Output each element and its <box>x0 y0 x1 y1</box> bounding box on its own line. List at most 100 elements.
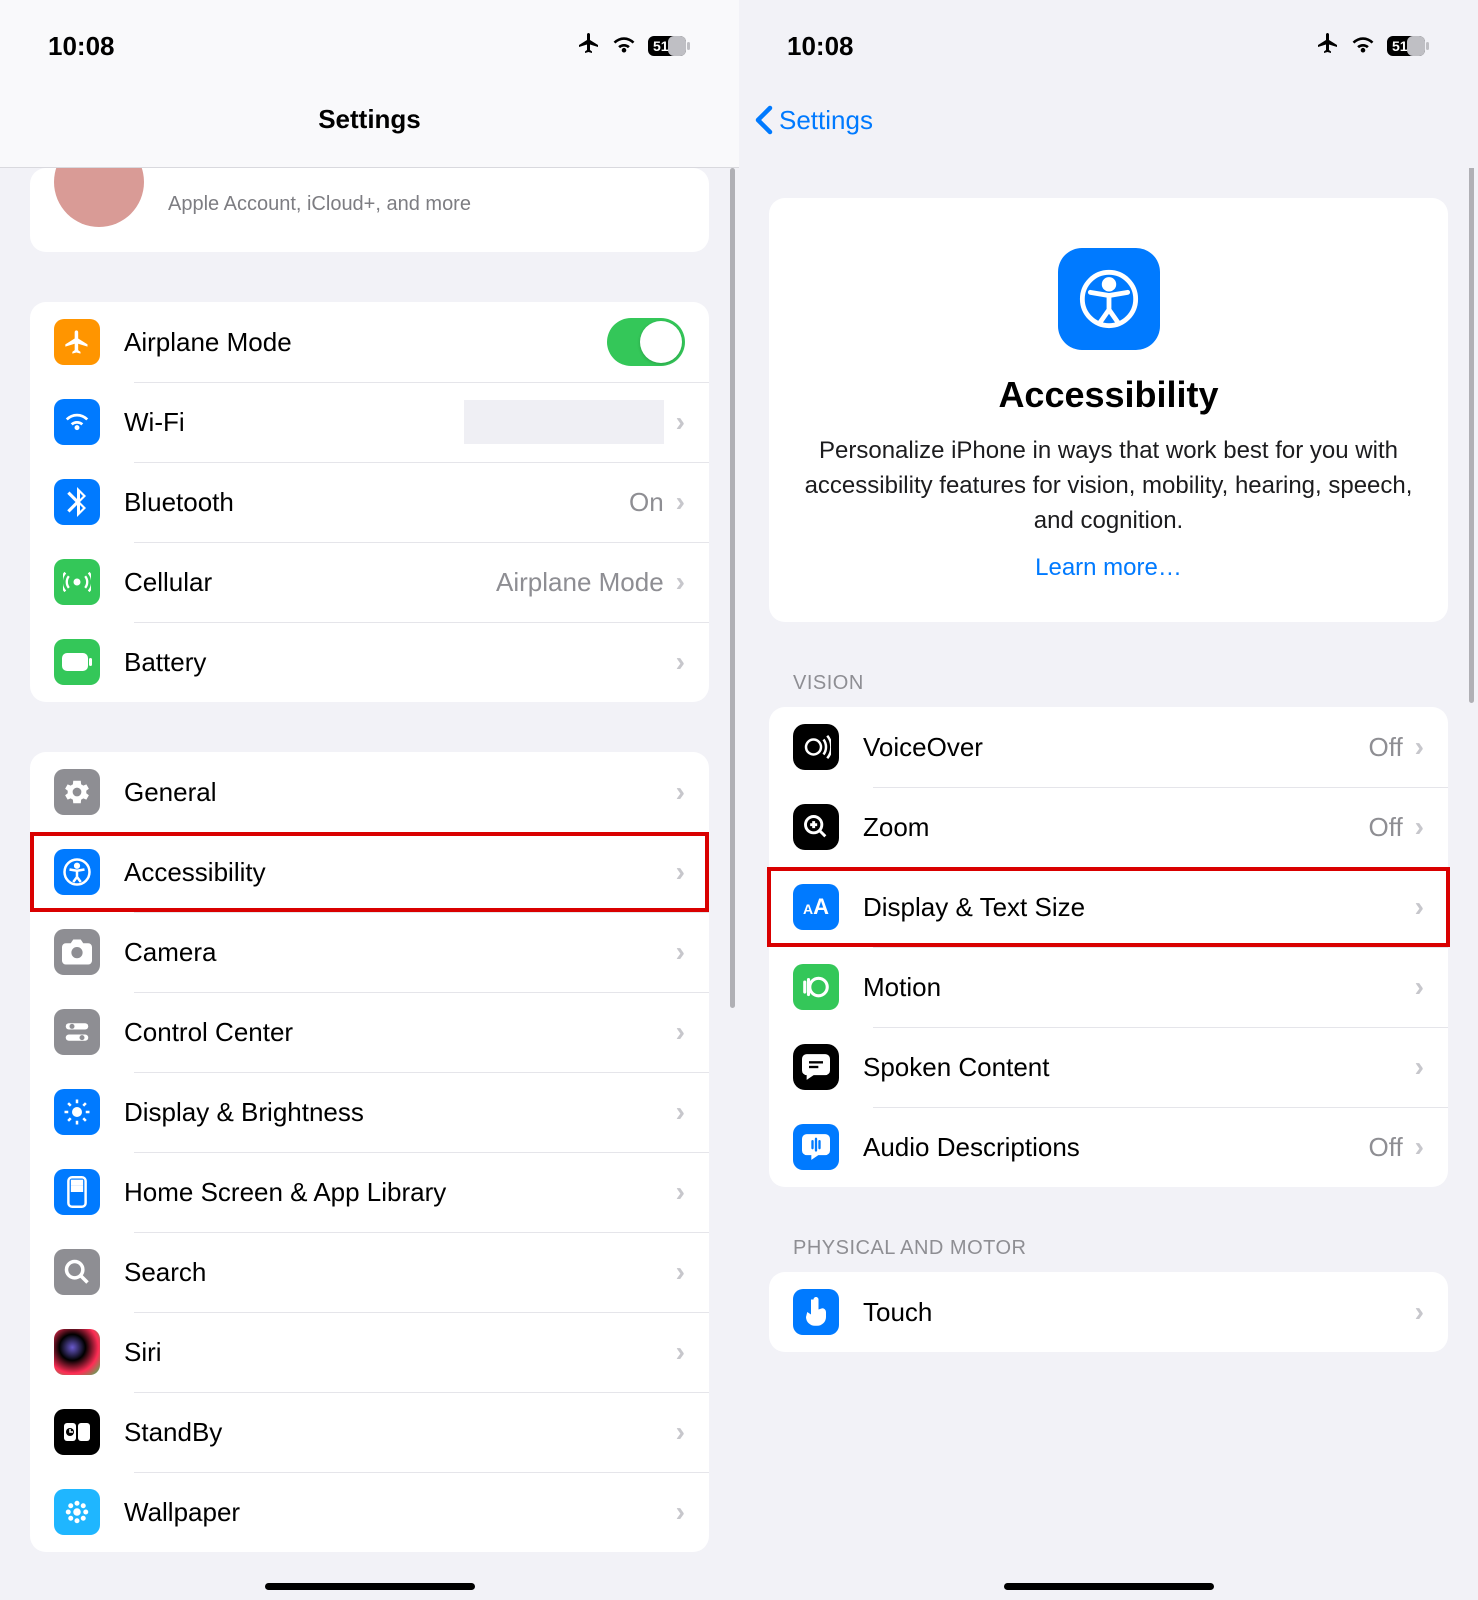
accessibility-header-card: Accessibility Personalize iPhone in ways… <box>769 198 1448 622</box>
section-header-vision: VISION <box>739 672 1478 707</box>
audio-desc-icon <box>793 1124 839 1170</box>
wifi-icon <box>54 399 100 445</box>
nav-bar: Settings <box>0 72 739 168</box>
wifi-icon <box>611 31 637 62</box>
section-header-physical: PHYSICAL AND MOTOR <box>739 1237 1478 1272</box>
page-title: Settings <box>318 104 421 135</box>
status-time: 10:08 <box>787 31 854 62</box>
control-center-icon <box>54 1009 100 1055</box>
avatar <box>54 168 144 227</box>
status-bar: 10:08 51 <box>739 0 1478 72</box>
camera-icon <box>54 929 100 975</box>
chevron-right-icon: › <box>676 486 685 518</box>
home-indicator[interactable] <box>1004 1583 1214 1590</box>
row-label: Camera <box>124 937 676 968</box>
row-siri[interactable]: Siri › <box>30 1312 709 1392</box>
wallpaper-icon <box>54 1489 100 1535</box>
chevron-right-icon: › <box>676 936 685 968</box>
cellular-icon <box>54 559 100 605</box>
status-time: 10:08 <box>48 31 115 62</box>
row-touch[interactable]: Touch › <box>769 1272 1448 1352</box>
chevron-right-icon: › <box>1415 1051 1424 1083</box>
chevron-right-icon: › <box>1415 731 1424 763</box>
standby-icon <box>54 1409 100 1455</box>
phone-left-settings: 10:08 51 Settings Apple Account, iCloud+… <box>0 0 739 1600</box>
row-value: Airplane Mode <box>496 567 664 598</box>
scrollbar[interactable] <box>730 168 735 1008</box>
home-indicator[interactable] <box>265 1583 475 1590</box>
row-label: Zoom <box>863 812 1368 843</box>
chevron-right-icon: › <box>676 1336 685 1368</box>
row-motion[interactable]: Motion › <box>769 947 1448 1027</box>
battery-icon: 51 <box>1386 35 1430 57</box>
row-battery[interactable]: Battery › <box>30 622 709 702</box>
group-main: General › Accessibility › Camera › Contr… <box>30 752 709 1552</box>
profile-subtitle: Apple Account, iCloud+, and more <box>168 193 471 216</box>
row-label: Siri <box>124 1337 676 1368</box>
learn-more-link[interactable]: Learn more… <box>801 554 1416 582</box>
row-label: Touch <box>863 1297 1415 1328</box>
row-cellular[interactable]: Cellular Airplane Mode › <box>30 542 709 622</box>
row-label: Bluetooth <box>124 487 629 518</box>
home-screen-icon <box>54 1169 100 1215</box>
row-label: Accessibility <box>124 857 676 888</box>
row-display-text-size[interactable]: AA Display & Text Size › <box>769 867 1448 947</box>
row-wallpaper[interactable]: Wallpaper › <box>30 1472 709 1552</box>
row-wifi[interactable]: Wi-Fi › <box>30 382 709 462</box>
group-vision: VoiceOver Off › Zoom Off › AA Display & … <box>769 707 1448 1187</box>
row-home-screen[interactable]: Home Screen & App Library › <box>30 1152 709 1232</box>
airplane-toggle[interactable] <box>607 318 685 366</box>
chevron-left-icon <box>755 105 773 135</box>
row-label: VoiceOver <box>863 732 1368 763</box>
row-label: Search <box>124 1257 676 1288</box>
chevron-right-icon: › <box>1415 811 1424 843</box>
row-spoken-content[interactable]: Spoken Content › <box>769 1027 1448 1107</box>
airplane-icon <box>1316 31 1340 62</box>
group-connectivity: Airplane Mode Wi-Fi › Bluetooth On › Cel… <box>30 302 709 702</box>
row-value: Off <box>1368 1132 1402 1163</box>
back-button[interactable]: Settings <box>755 105 873 136</box>
row-label: Airplane Mode <box>124 327 607 358</box>
search-icon <box>54 1249 100 1295</box>
row-general[interactable]: General › <box>30 752 709 832</box>
chevron-right-icon: › <box>1415 891 1424 923</box>
row-display-brightness[interactable]: Display & Brightness › <box>30 1072 709 1152</box>
row-audio-descriptions[interactable]: Audio Descriptions Off › <box>769 1107 1448 1187</box>
chevron-right-icon: › <box>1415 971 1424 1003</box>
row-bluetooth[interactable]: Bluetooth On › <box>30 462 709 542</box>
row-voiceover[interactable]: VoiceOver Off › <box>769 707 1448 787</box>
accessibility-icon <box>1058 248 1160 350</box>
siri-icon <box>54 1329 100 1375</box>
battery-icon <box>54 639 100 685</box>
row-value: Off <box>1368 812 1402 843</box>
chevron-right-icon: › <box>676 1496 685 1528</box>
battery-icon: 51 <box>647 35 691 57</box>
row-label: Audio Descriptions <box>863 1132 1368 1163</box>
group-physical: Touch › <box>769 1272 1448 1352</box>
row-camera[interactable]: Camera › <box>30 912 709 992</box>
gear-icon <box>54 769 100 815</box>
chevron-right-icon: › <box>676 856 685 888</box>
accessibility-icon <box>54 849 100 895</box>
zoom-icon <box>793 804 839 850</box>
scrollbar[interactable] <box>1469 168 1474 703</box>
row-standby[interactable]: StandBy › <box>30 1392 709 1472</box>
row-label: General <box>124 777 676 808</box>
chevron-right-icon: › <box>1415 1296 1424 1328</box>
row-label: Home Screen & App Library <box>124 1177 676 1208</box>
row-value: On <box>629 487 664 518</box>
brightness-icon <box>54 1089 100 1135</box>
row-label: Wi-Fi <box>124 407 464 438</box>
row-zoom[interactable]: Zoom Off › <box>769 787 1448 867</box>
text-size-icon: AA <box>793 884 839 930</box>
row-airplane-mode[interactable]: Airplane Mode <box>30 302 709 382</box>
chevron-right-icon: › <box>676 566 685 598</box>
row-search[interactable]: Search › <box>30 1232 709 1312</box>
touch-icon <box>793 1289 839 1335</box>
row-label: Display & Brightness <box>124 1097 676 1128</box>
row-control-center[interactable]: Control Center › <box>30 992 709 1072</box>
back-label: Settings <box>779 105 873 136</box>
profile-row[interactable]: Apple Account, iCloud+, and more <box>30 168 709 252</box>
row-accessibility[interactable]: Accessibility › <box>30 832 709 912</box>
card-title: Accessibility <box>801 374 1416 416</box>
